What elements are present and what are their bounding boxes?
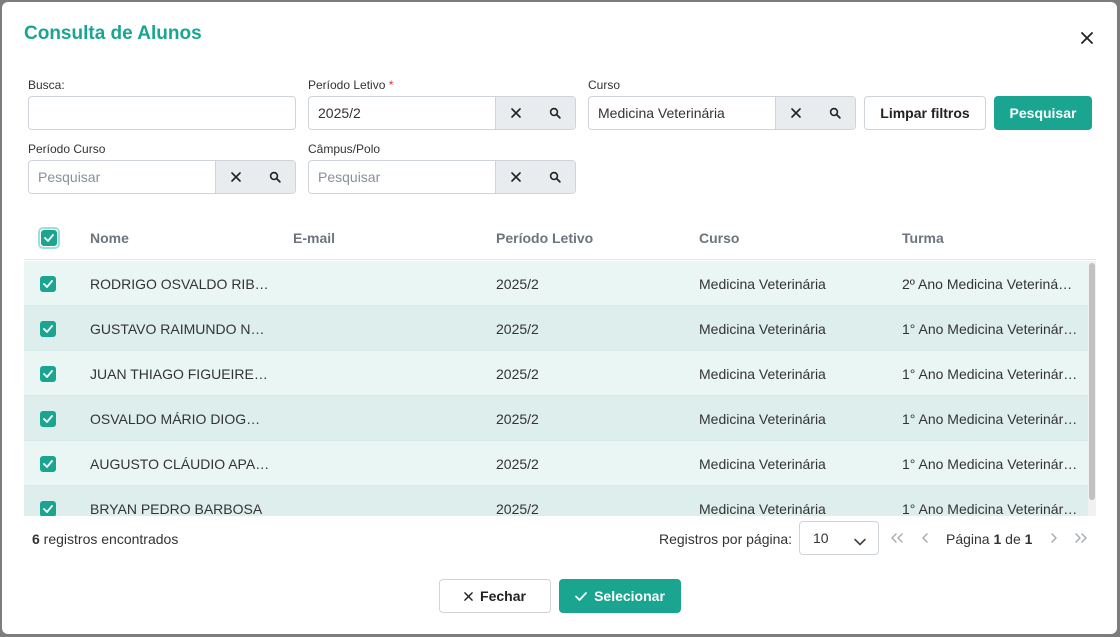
last-page-icon[interactable]	[1073, 530, 1089, 546]
dialog-title: Consulta de Alunos	[24, 23, 202, 44]
row-checkbox[interactable]	[40, 276, 56, 292]
column-header-curso[interactable]: Curso	[699, 230, 739, 246]
required-marker: *	[388, 78, 394, 92]
cell-curso: Medicina Veterinária	[699, 276, 826, 292]
table-row[interactable]: OSVALDO MÁRIO DIOGO … 2025/2 Medicina Ve…	[24, 396, 1088, 441]
cell-curso: Medicina Veterinária	[699, 366, 826, 382]
close-icon	[464, 591, 473, 601]
close-button-label: Fechar	[480, 588, 526, 604]
campus-polo-label: Câmpus/Polo	[308, 142, 381, 156]
cell-nome: GUSTAVO RAIMUNDO NA…	[90, 321, 270, 337]
search-icon[interactable]	[535, 161, 575, 193]
cell-periodo: 2025/2	[496, 501, 539, 516]
first-page-icon[interactable]	[889, 530, 905, 546]
close-button[interactable]: Fechar	[439, 579, 551, 613]
periodo-letivo-field[interactable]: 2025/2	[308, 96, 576, 130]
table-row[interactable]: JUAN THIAGO FIGUEIREDO 2025/2 Medicina V…	[24, 351, 1088, 396]
cell-periodo: 2025/2	[496, 456, 539, 472]
cell-turma: 1° Ano Medicina Veterinár…	[902, 321, 1078, 337]
campus-polo-placeholder[interactable]: Pesquisar	[309, 161, 495, 193]
clear-icon[interactable]	[215, 161, 255, 193]
column-header-periodo-letivo[interactable]: Período Letivo	[496, 230, 593, 246]
cell-curso: Medicina Veterinária	[699, 501, 826, 516]
clear-filters-button[interactable]: Limpar filtros	[864, 96, 986, 130]
cell-periodo: 2025/2	[496, 366, 539, 382]
row-checkbox[interactable]	[40, 456, 56, 472]
student-search-dialog: Consulta de Alunos Busca: Período Letivo…	[2, 2, 1117, 634]
per-page-select[interactable]: 10	[799, 521, 879, 555]
table-header: Nome E-mail Período Letivo Curso Turma	[24, 216, 1096, 260]
check-icon	[41, 230, 57, 246]
cell-turma: 1° Ano Medicina Veterinár…	[902, 411, 1078, 427]
page-indicator: Página 1 de 1	[946, 531, 1033, 547]
curso-value[interactable]: Medicina Veterinária	[589, 97, 775, 129]
cell-nome: AUGUSTO CLÁUDIO APAR…	[90, 456, 270, 472]
clear-icon[interactable]	[495, 97, 535, 129]
periodo-curso-label: Período Curso	[28, 142, 106, 156]
table-body: RODRIGO OSVALDO RIBEI… 2025/2 Medicina V…	[24, 261, 1096, 516]
cell-nome: BRYAN PEDRO BARBOSA	[90, 501, 263, 516]
periodo-curso-placeholder[interactable]: Pesquisar	[29, 161, 215, 193]
cell-turma: 1° Ano Medicina Veterinár…	[902, 501, 1078, 516]
per-page-value: 10	[813, 530, 829, 546]
cell-periodo: 2025/2	[496, 411, 539, 427]
check-icon	[575, 591, 587, 601]
search-button[interactable]: Pesquisar	[994, 96, 1092, 130]
column-header-turma[interactable]: Turma	[902, 230, 944, 246]
periodo-letivo-value[interactable]: 2025/2	[309, 97, 495, 129]
cell-curso: Medicina Veterinária	[699, 456, 826, 472]
periodo-letivo-label: Período Letivo *	[308, 78, 394, 92]
busca-label: Busca:	[28, 78, 65, 92]
select-button[interactable]: Selecionar	[559, 579, 681, 613]
search-icon[interactable]	[535, 97, 575, 129]
column-header-nome[interactable]: Nome	[90, 230, 129, 246]
cell-curso: Medicina Veterinária	[699, 411, 826, 427]
cell-turma: 1° Ano Medicina Veterinár…	[902, 456, 1078, 472]
clear-icon[interactable]	[495, 161, 535, 193]
next-page-icon[interactable]	[1046, 530, 1062, 546]
table-row[interactable]: RODRIGO OSVALDO RIBEI… 2025/2 Medicina V…	[24, 261, 1088, 306]
periodo-curso-field[interactable]: Pesquisar	[28, 160, 296, 194]
cell-turma: 2º Ano Medicina Veteriná…	[902, 276, 1073, 292]
table-scrollbar[interactable]	[1088, 261, 1096, 516]
table-row[interactable]: BRYAN PEDRO BARBOSA 2025/2 Medicina Vete…	[24, 486, 1088, 516]
row-checkbox[interactable]	[40, 411, 56, 427]
cell-nome: RODRIGO OSVALDO RIBEI…	[90, 276, 270, 292]
row-checkbox[interactable]	[40, 366, 56, 382]
cell-curso: Medicina Veterinária	[699, 321, 826, 337]
cell-periodo: 2025/2	[496, 321, 539, 337]
search-icon[interactable]	[815, 97, 855, 129]
scrollbar-thumb[interactable]	[1089, 263, 1095, 500]
busca-input[interactable]	[28, 96, 296, 130]
search-icon[interactable]	[255, 161, 295, 193]
table-row[interactable]: AUGUSTO CLÁUDIO APAR… 2025/2 Medicina Ve…	[24, 441, 1088, 486]
row-checkbox[interactable]	[40, 501, 56, 516]
campus-polo-field[interactable]: Pesquisar	[308, 160, 576, 194]
close-icon[interactable]	[1077, 28, 1097, 48]
curso-label: Curso	[588, 78, 621, 92]
cell-periodo: 2025/2	[496, 276, 539, 292]
select-all-checkbox[interactable]	[38, 227, 60, 249]
records-count: 6 registros encontrados	[32, 531, 179, 547]
chevron-down-icon	[854, 533, 866, 549]
cell-turma: 1° Ano Medicina Veterinár…	[902, 366, 1078, 382]
cell-nome: JUAN THIAGO FIGUEIREDO	[90, 366, 270, 382]
table-row[interactable]: GUSTAVO RAIMUNDO NA… 2025/2 Medicina Vet…	[24, 306, 1088, 351]
row-checkbox[interactable]	[40, 321, 56, 337]
previous-page-icon[interactable]	[917, 530, 933, 546]
curso-field[interactable]: Medicina Veterinária	[588, 96, 856, 130]
clear-icon[interactable]	[775, 97, 815, 129]
cell-nome: OSVALDO MÁRIO DIOGO …	[90, 411, 270, 427]
column-header-email[interactable]: E-mail	[293, 230, 335, 246]
per-page-label: Registros por página:	[659, 531, 793, 547]
select-button-label: Selecionar	[594, 588, 665, 604]
